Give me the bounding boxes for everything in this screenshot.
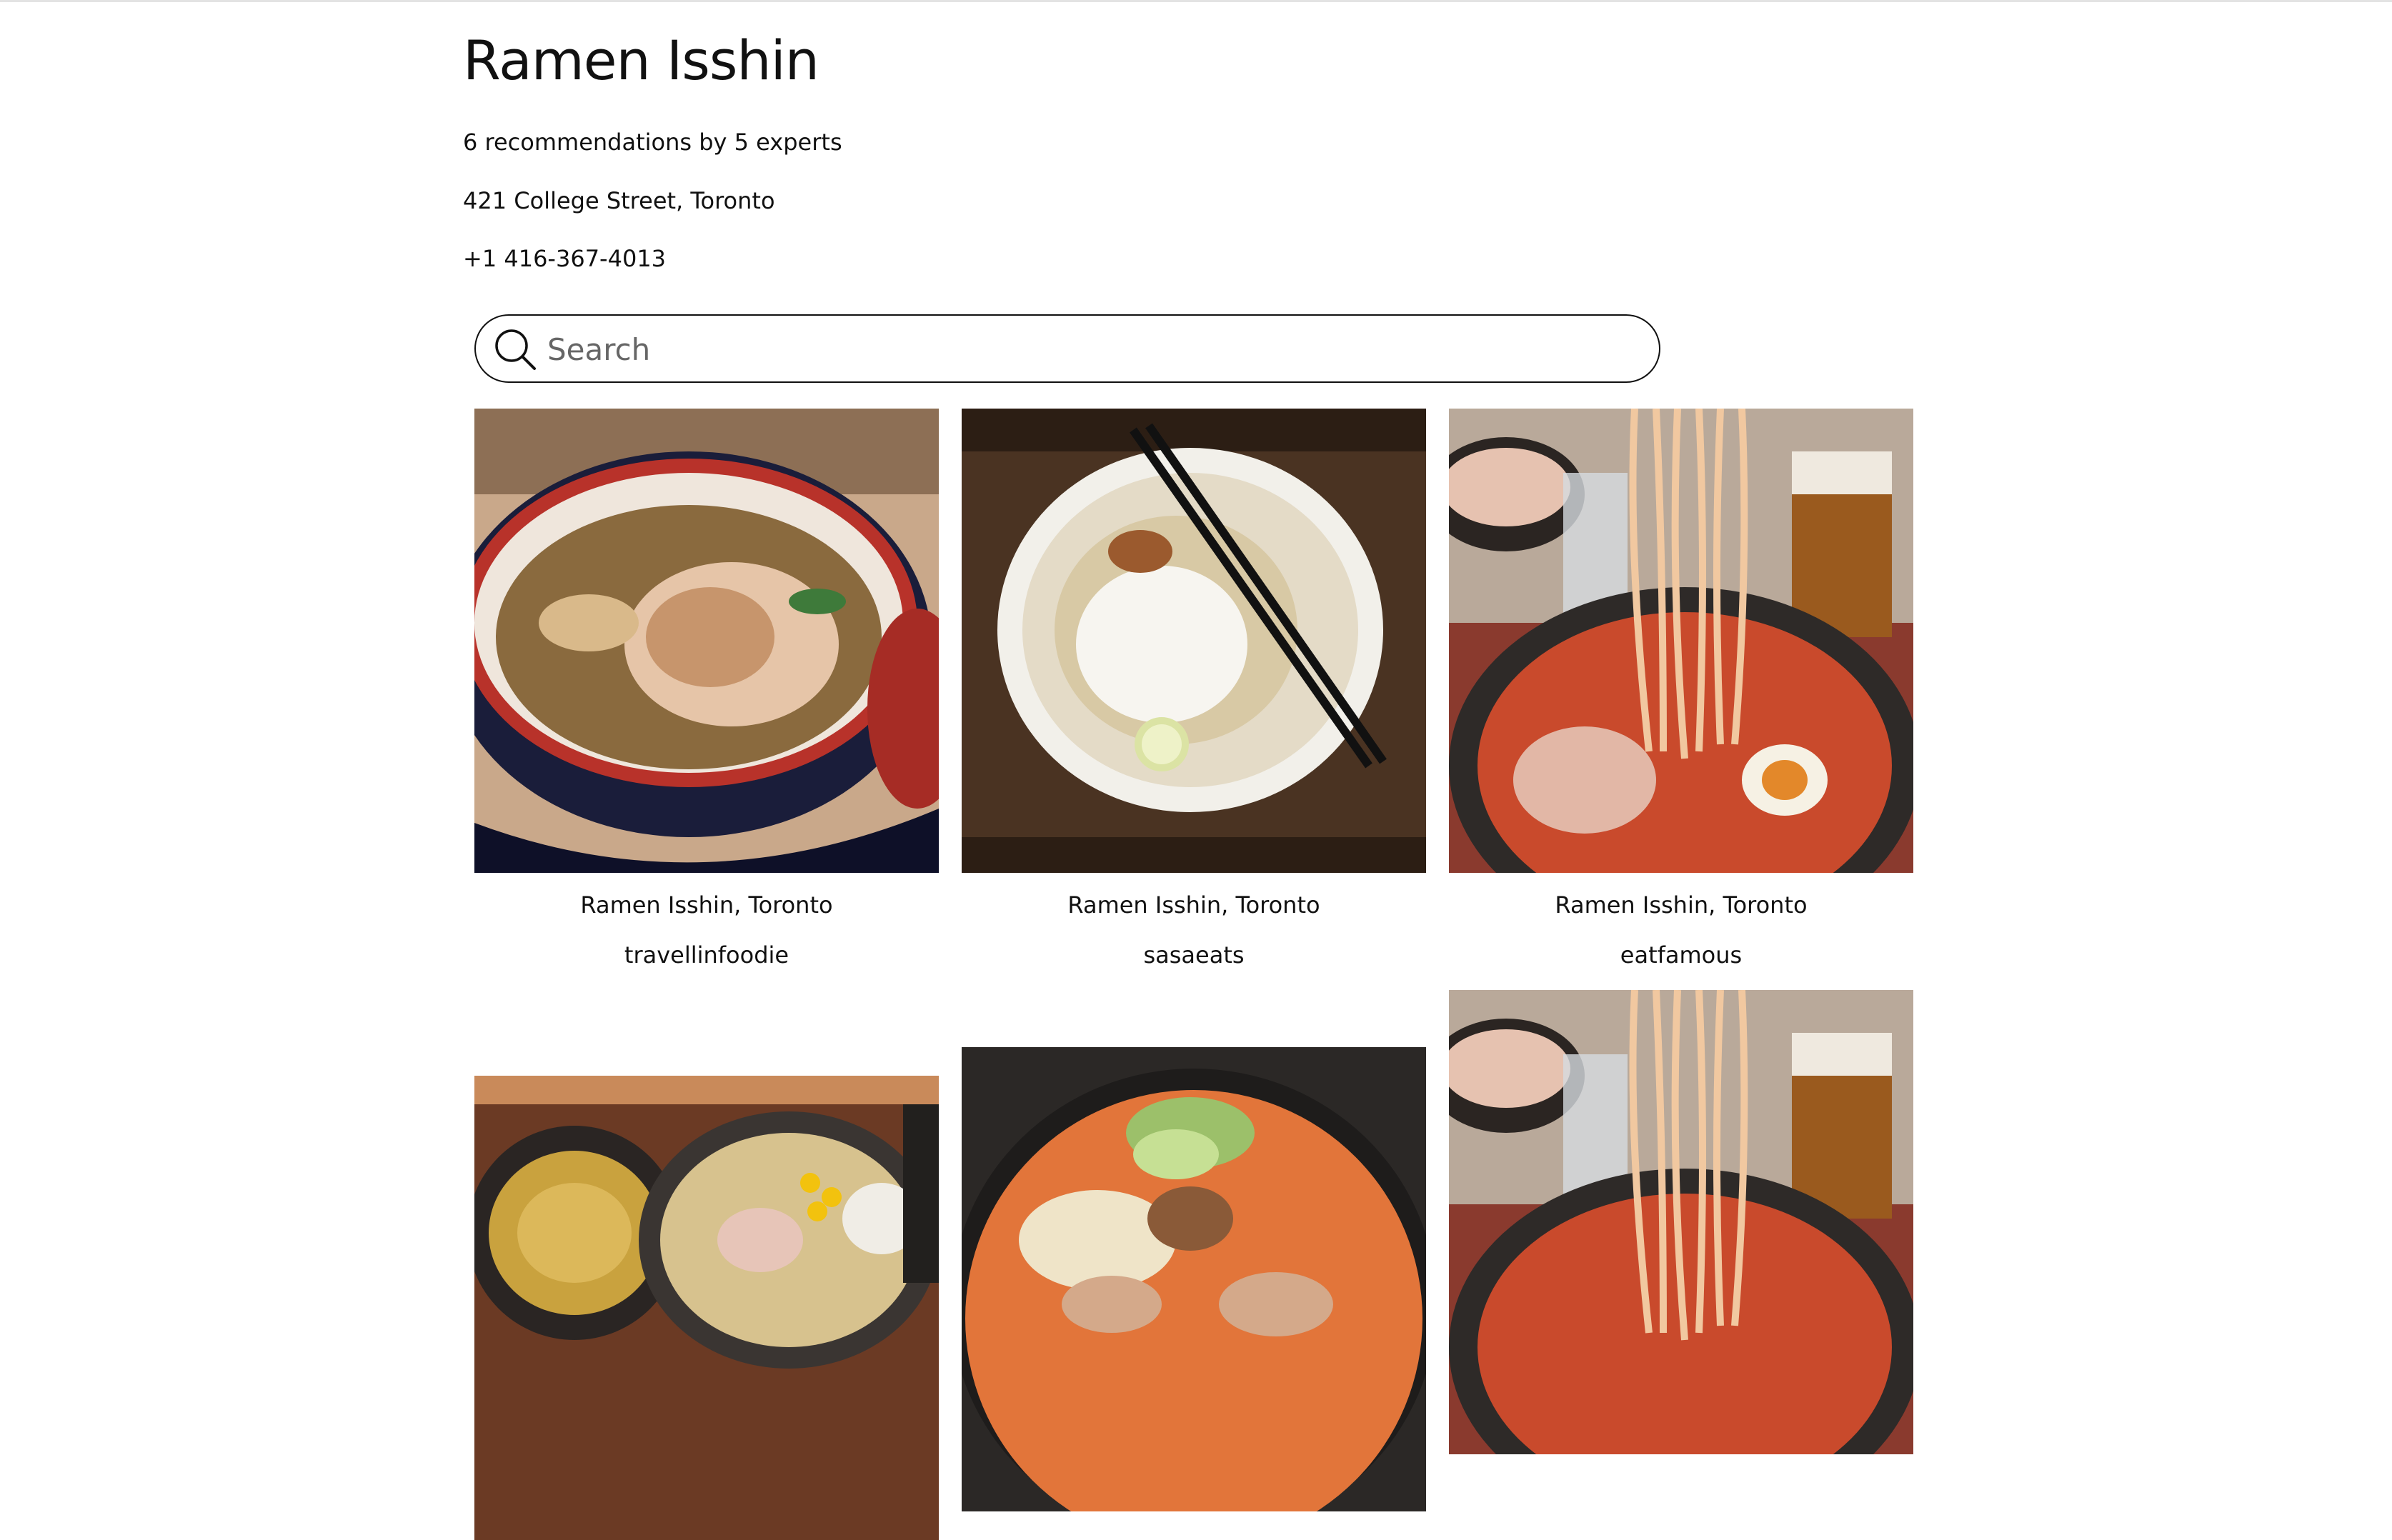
post-photo[interactable] <box>1449 990 1913 1454</box>
restaurant-phone[interactable]: +1 416-367-4013 <box>463 245 666 272</box>
post-photo[interactable] <box>962 1047 1426 1511</box>
post-location[interactable]: Ramen Isshin, Toronto <box>962 891 1426 919</box>
post-location[interactable]: Ramen Isshin, Toronto <box>474 891 939 919</box>
recommendation-count: 6 recommendations by 5 experts <box>463 129 842 156</box>
post-location[interactable]: Ramen Isshin, Toronto <box>1449 891 1913 919</box>
page-title: Ramen Isshin <box>463 29 819 92</box>
search-bar[interactable] <box>474 314 1660 383</box>
post-author[interactable]: eatfamous <box>1449 941 1913 969</box>
post-photo[interactable] <box>474 409 939 873</box>
search-icon[interactable] <box>493 327 537 371</box>
post-photo[interactable] <box>1449 409 1913 873</box>
post-photo[interactable] <box>474 1076 939 1540</box>
post-author[interactable]: travellinfoodie <box>474 941 939 969</box>
restaurant-address: 421 College Street, Toronto <box>463 187 775 214</box>
search-input[interactable] <box>546 326 1635 373</box>
top-divider <box>0 0 2392 2</box>
post-photo[interactable] <box>962 409 1426 873</box>
post-author[interactable]: sasaeats <box>962 941 1426 969</box>
